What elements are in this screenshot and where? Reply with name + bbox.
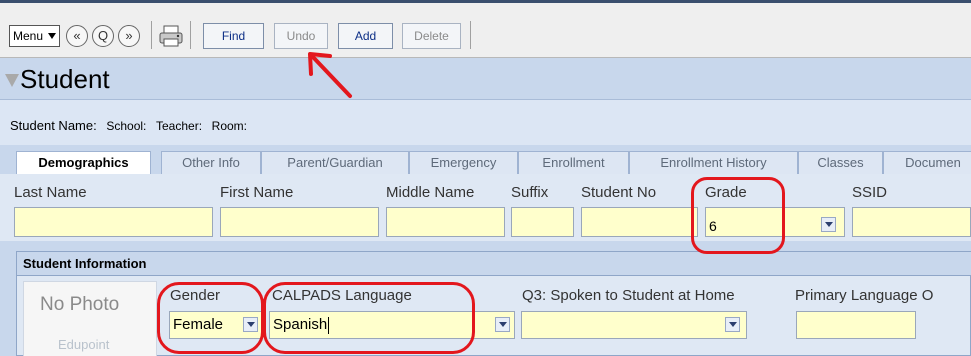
primary-language-label: Primary Language O (795, 287, 934, 304)
demographics-fields: Last Name First Name Middle Name Suffix … (0, 174, 971, 241)
chevron-down-icon[interactable] (725, 317, 740, 332)
middle-name-input[interactable] (386, 207, 505, 237)
filter-icon[interactable] (5, 74, 19, 87)
page-title: Student (20, 64, 110, 94)
student-no-input[interactable] (581, 207, 698, 237)
student-window: Menu « Q » Find Undo Add Delete Student (0, 0, 971, 356)
tab-enrollment[interactable]: Enrollment (518, 151, 629, 174)
tab-emergency[interactable]: Emergency (409, 151, 518, 174)
student-photo: No Photo Edupoint (23, 281, 157, 356)
chevron-down-icon[interactable] (495, 317, 510, 332)
gender-highlight (157, 282, 264, 354)
tab-other-info[interactable]: Other Info (161, 151, 261, 174)
search-icon: Q (97, 28, 109, 43)
student-summary: Student Name: School: Teacher: Room: (10, 118, 253, 133)
tab-documents[interactable]: Documen (883, 151, 971, 174)
grade-highlight (691, 177, 785, 254)
student-no-label: Student No (581, 184, 657, 201)
q3-spoken-at-home-select[interactable] (521, 311, 747, 339)
first-name-label: First Name (220, 184, 294, 201)
last-name-label: Last Name (14, 184, 87, 201)
tab-classes[interactable]: Classes (798, 151, 883, 174)
ssid-input[interactable] (852, 207, 971, 237)
tab-strip: Demographics Other Info Parent/Guardian … (16, 151, 971, 174)
toolbar: Menu « Q » Find Undo Add Delete (0, 3, 971, 58)
edupoint-logo: Edupoint (58, 337, 110, 352)
menu-dropdown[interactable]: Menu (9, 25, 60, 47)
printer-icon[interactable] (158, 24, 184, 48)
fast-forward-icon: » (125, 28, 133, 43)
q3-spoken-at-home-label: Q3: Spoken to Student at Home (522, 287, 735, 304)
menu-label: Menu (13, 29, 44, 43)
ssid-label: SSID (852, 184, 888, 201)
chevron-down-icon (48, 33, 56, 39)
primary-language-input[interactable] (796, 311, 916, 339)
arrow-icon (308, 52, 352, 98)
next-record-button[interactable]: » (118, 25, 140, 47)
tab-enrollment-history[interactable]: Enrollment History (629, 151, 798, 174)
teacher-label: Teacher: (156, 119, 203, 133)
tab-parent-guardian[interactable]: Parent/Guardian (261, 151, 409, 174)
room-label: Room: (211, 119, 247, 133)
no-photo-text: No Photo (40, 294, 120, 315)
toolbar-divider (470, 21, 471, 49)
suffix-input[interactable] (511, 207, 574, 237)
page-header: Student (0, 58, 971, 98)
school-label: School: (106, 119, 147, 133)
calpads-language-highlight (263, 282, 475, 354)
toolbar-divider (190, 21, 191, 49)
student-info-bar: Student Name: School: Teacher: Room: (0, 99, 971, 145)
toolbar-divider (151, 21, 152, 49)
section-title: Student Information (23, 256, 147, 271)
find-button[interactable]: Find (203, 23, 264, 49)
section-header: Student Information (17, 252, 971, 276)
first-name-input[interactable] (220, 207, 379, 237)
rewind-icon: « (73, 28, 81, 43)
previous-record-button[interactable]: « (66, 25, 88, 47)
delete-button[interactable]: Delete (402, 23, 461, 49)
student-name-label: Student Name: (10, 118, 97, 133)
search-button[interactable]: Q (92, 25, 114, 47)
middle-name-label: Middle Name (386, 184, 475, 201)
last-name-input[interactable] (14, 207, 213, 237)
tab-demographics[interactable]: Demographics (16, 151, 151, 174)
suffix-label: Suffix (511, 184, 549, 201)
chevron-down-icon[interactable] (821, 217, 836, 232)
